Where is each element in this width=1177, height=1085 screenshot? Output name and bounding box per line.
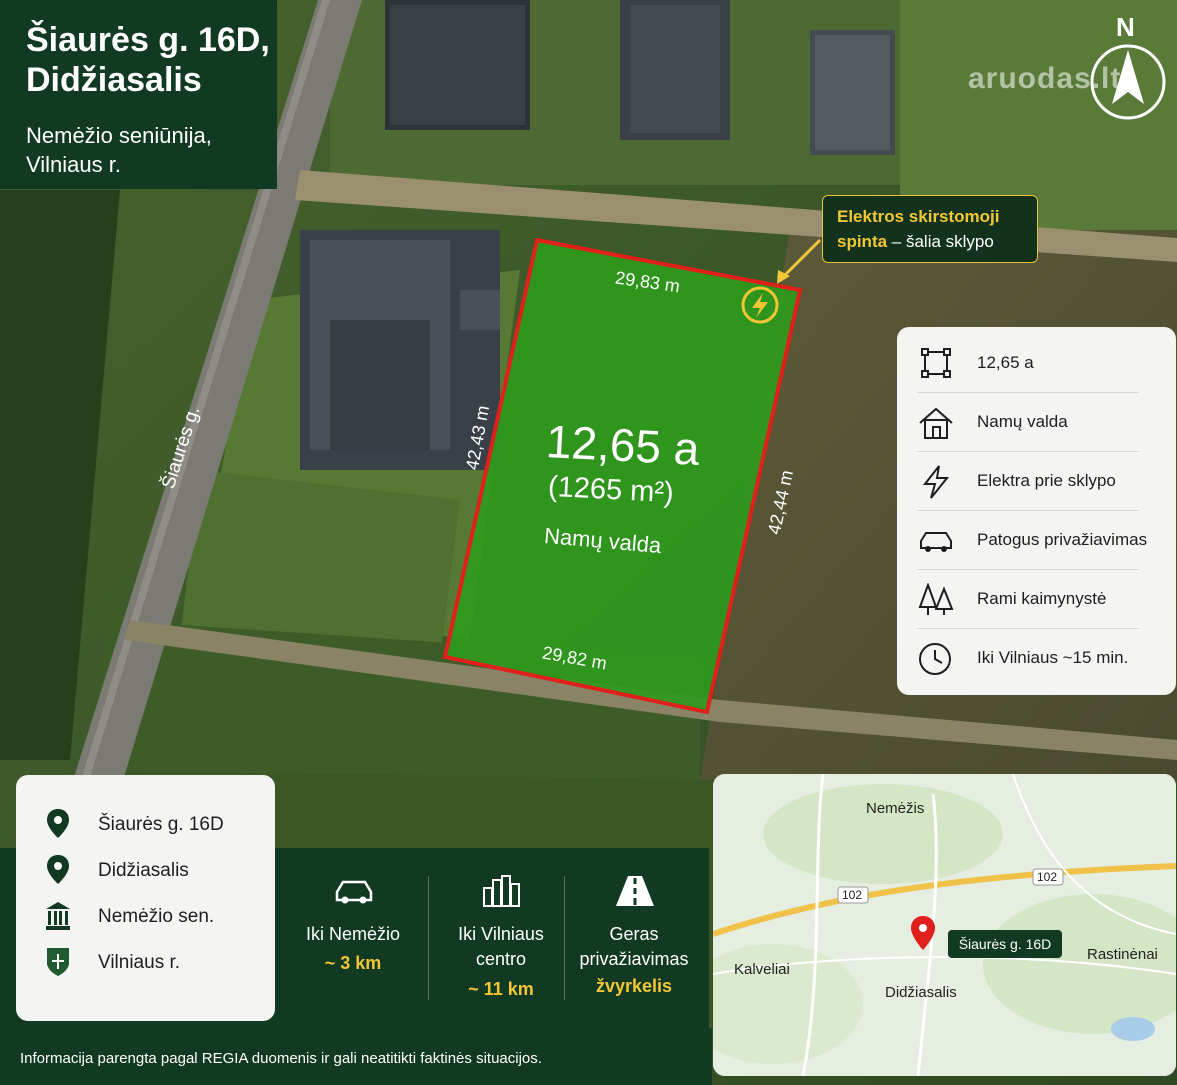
watermark-logo: aruodas.lt: [968, 62, 1122, 95]
place-label: Kalveliai: [734, 961, 790, 978]
subtitle-line-2: Vilniaus r.: [26, 152, 121, 177]
callout-line-1: Elektros skirstomoji: [837, 207, 1000, 226]
house-icon: [919, 407, 953, 439]
title-panel: Šiaurės g. 16D, Didžiasalis Nemėžio seni…: [0, 0, 277, 189]
road-number-badge: 102: [1037, 870, 1058, 884]
city-icon: [483, 875, 520, 907]
distances-band: Iki Nemėžio ~ 3 km Iki Vilniaus centro ~…: [277, 848, 709, 1028]
road-icon: [616, 876, 654, 906]
map-pin-icon: [47, 855, 69, 884]
location-label: Vilniaus r.: [98, 952, 181, 973]
feature-label: 12,65 a: [977, 353, 1034, 372]
feature-item: Elektra prie sklypo: [917, 451, 1139, 511]
map-canvas: [713, 774, 1176, 1076]
distance-label-line-2: centro: [475, 949, 527, 969]
feature-label: Elektra prie sklypo: [977, 471, 1116, 490]
title-line-2: Didžiasalis: [26, 61, 202, 99]
clock-icon: [919, 643, 951, 675]
distance-label: Iki Nemėžio: [305, 924, 401, 944]
plot-area-label: 12,65 a: [544, 415, 701, 475]
map-pin-icon: [47, 809, 69, 838]
distance-label: Geras: [609, 924, 659, 944]
area-icon: [921, 348, 951, 378]
place-label: Rastinėnai: [1087, 946, 1158, 963]
location-panel: Šiaurės g. 16D Didžiasalis Nemėžio sen. …: [16, 775, 275, 1021]
electricity-callout: Elektros skirstomoji spinta – šalia skly…: [822, 195, 1038, 263]
divider: [428, 876, 429, 1000]
distance-item: Geras privažiavimas žvyrkelis: [564, 848, 704, 1028]
location-label: Nemėžio sen.: [98, 906, 215, 927]
car-icon: [335, 880, 373, 904]
location-label: Didžiasalis: [98, 860, 189, 881]
footer: Informacija parengta pagal REGIA duomeni…: [0, 1028, 712, 1085]
disclaimer-text: Informacija parengta pagal REGIA duomeni…: [20, 1050, 542, 1067]
plot-area-m2-label: (1265 m²): [547, 470, 675, 510]
location-map[interactable]: 102 102 Nemėžis Kalveliai Didžiasalis Ra…: [713, 774, 1176, 1076]
subtitle-line-1: Nemėžio seniūnija,: [26, 123, 212, 148]
feature-item: 12,65 a: [917, 333, 1139, 393]
page-title: Šiaurės g. 16D, Didžiasalis: [26, 20, 270, 100]
trees-icon: [918, 583, 954, 615]
subtitle: Nemėžio seniūnija, Vilniaus r.: [26, 121, 212, 179]
distance-label-line-2: privažiavimas: [579, 949, 689, 969]
road-number-badge: 102: [842, 888, 863, 902]
feature-label: Iki Vilniaus ~15 min.: [977, 648, 1129, 667]
feature-item: Rami kaimynystė: [917, 569, 1139, 629]
distance-label: Iki Vilniaus: [458, 924, 544, 944]
distance-item: Iki Nemėžio ~ 3 km: [283, 848, 423, 1028]
compass-north-label: N: [1116, 12, 1135, 42]
coat-of-arms-icon: [47, 948, 69, 976]
callout-line-2: spinta – šalia sklypo: [837, 229, 1037, 254]
title-line-1: Šiaurės g. 16D,: [26, 21, 270, 59]
features-panel: 12,65 a Namų valda Elektra prie sklypo P…: [897, 327, 1176, 695]
distance-value: ~ 3 km: [324, 953, 382, 973]
feature-label: Rami kaimynystė: [977, 589, 1107, 608]
feature-label: Namų valda: [977, 412, 1068, 431]
location-label: Šiaurės g. 16D: [98, 814, 224, 835]
callout-highlight: spinta: [837, 232, 888, 251]
lightning-icon: [922, 465, 950, 499]
distance-item: Iki Vilniaus centro ~ 11 km: [431, 848, 571, 1028]
feature-label: Patogus privažiavimas: [977, 530, 1148, 549]
distance-value: ~ 11 km: [468, 979, 534, 999]
feature-item: Iki Vilniaus ~15 min.: [917, 628, 1139, 687]
distance-value: žvyrkelis: [595, 976, 673, 996]
building-icon: [46, 902, 70, 930]
feature-item: Namų valda: [917, 392, 1139, 452]
car-icon: [920, 532, 952, 552]
place-label: Nemėžis: [866, 800, 925, 817]
callout-note: – šalia sklypo: [887, 232, 994, 251]
place-label: Didžiasalis: [885, 984, 957, 1001]
map-pin-label: Šiaurės g. 16D: [948, 930, 1062, 958]
feature-item: Patogus privažiavimas: [917, 510, 1147, 570]
